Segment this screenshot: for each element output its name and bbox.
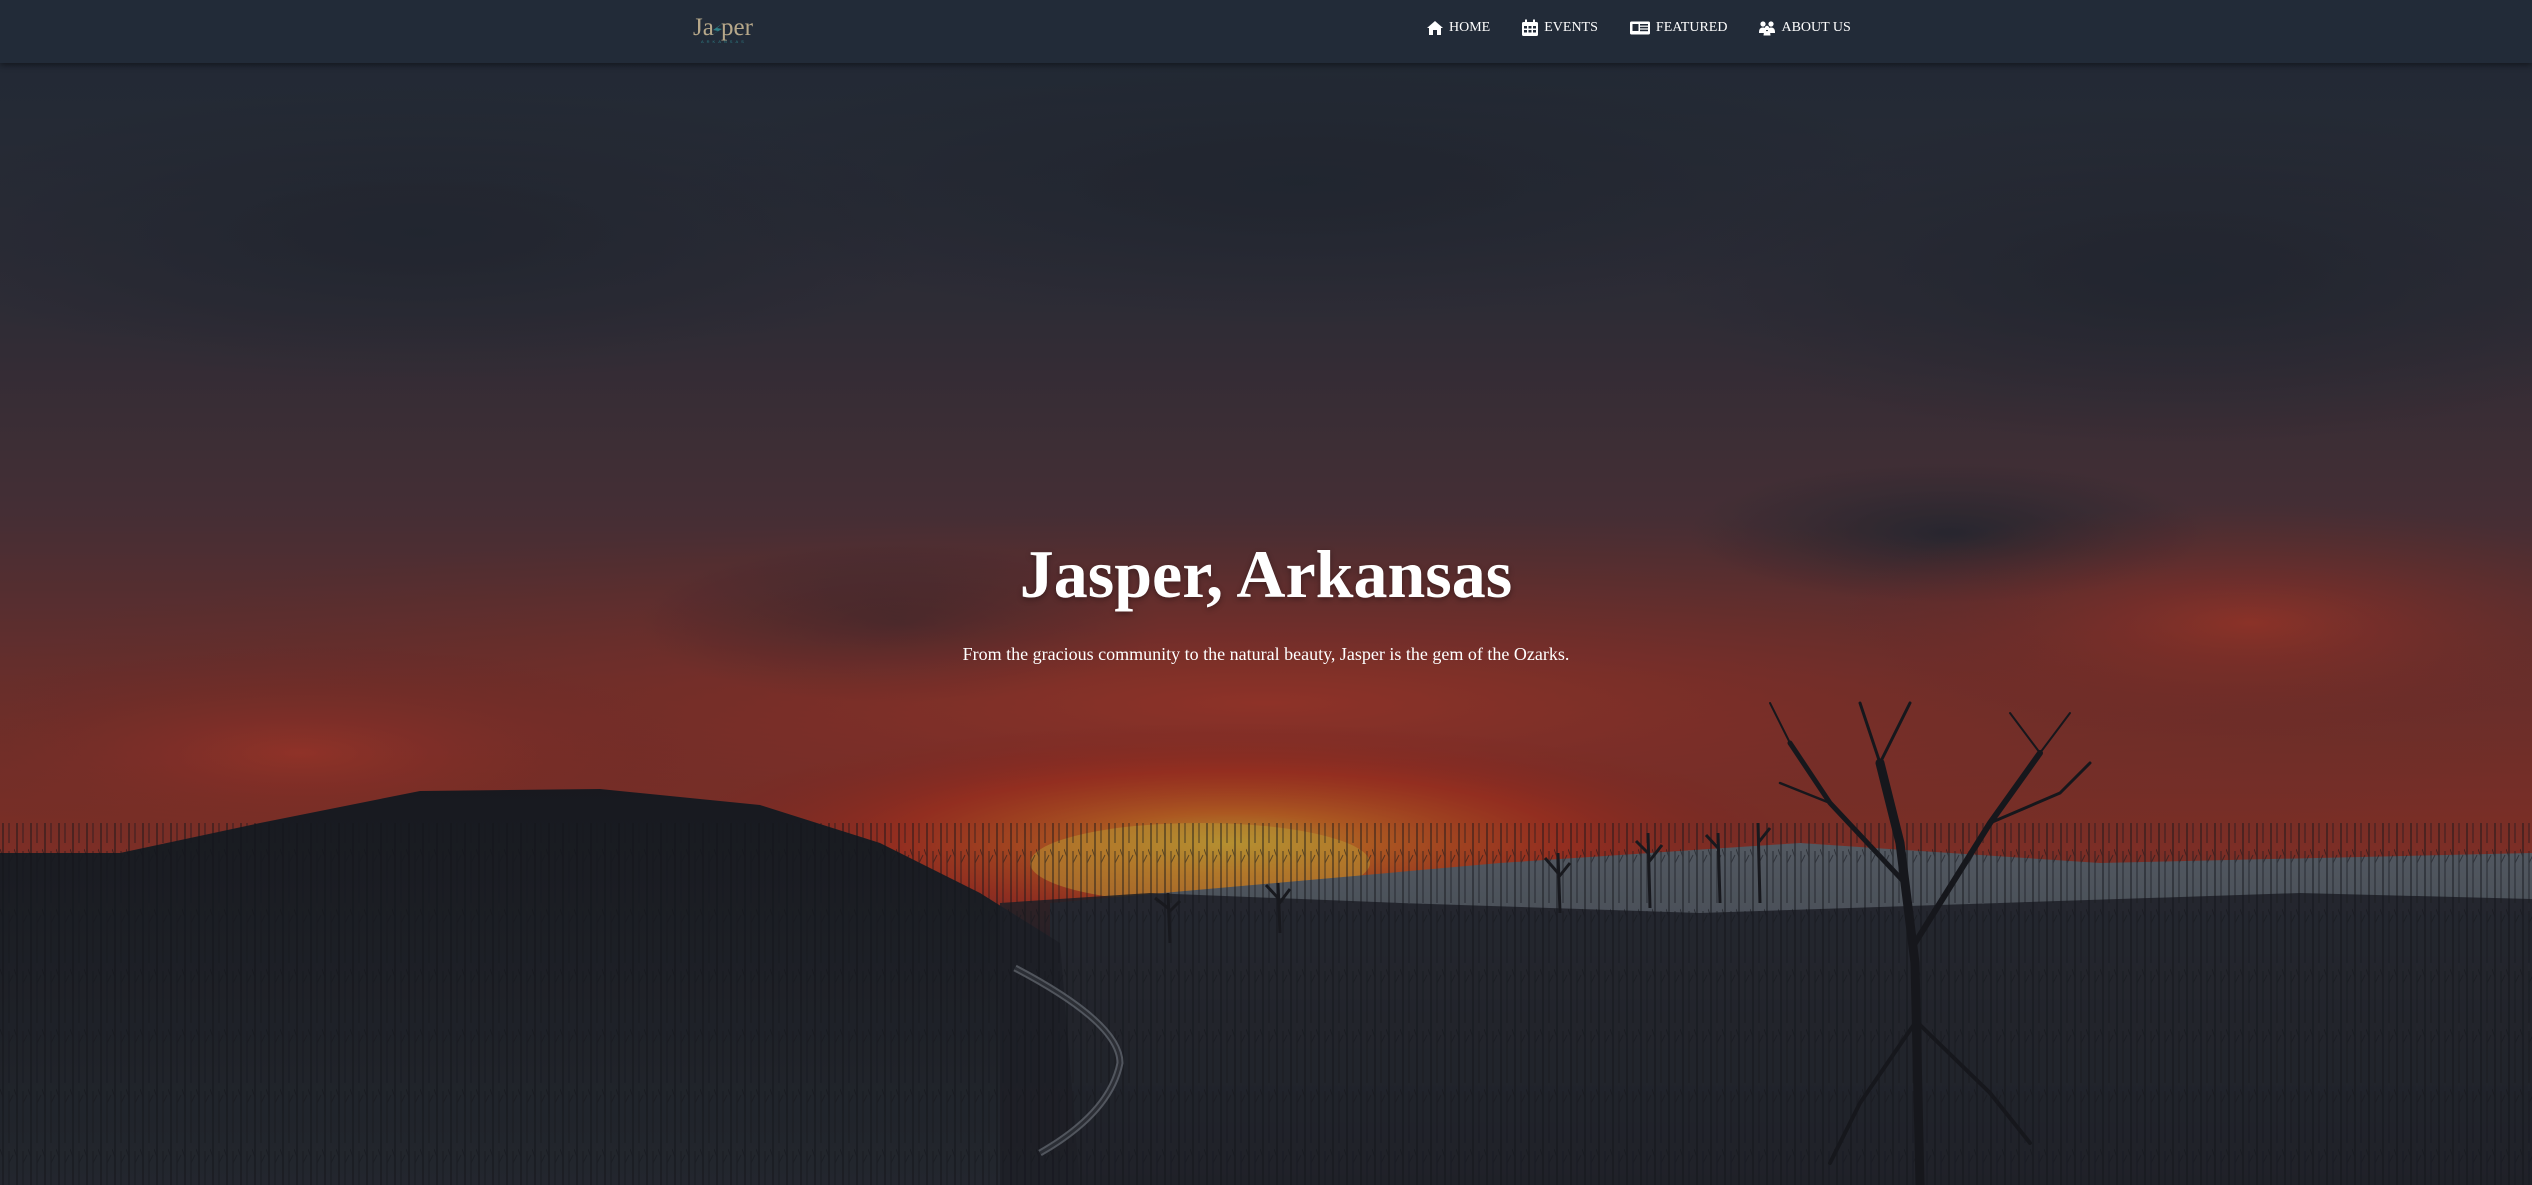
home-icon bbox=[1426, 20, 1444, 36]
nav-featured-label: FEATURED bbox=[1655, 20, 1728, 35]
nav-about-us-label: ABOUT US bbox=[1781, 20, 1851, 35]
nav-home[interactable]: HOME bbox=[1426, 20, 1490, 36]
jasper-logo-mark: Ja per ARKANSAS bbox=[693, 14, 754, 44]
hero-subtitle: From the gracious community to the natur… bbox=[962, 644, 1570, 664]
hero-background-image bbox=[0, 63, 2532, 1185]
calendar-icon bbox=[1521, 19, 1539, 37]
hero-title: Jasper, Arkansas bbox=[1019, 536, 1513, 612]
nav-home-label: HOME bbox=[1449, 20, 1491, 35]
nav-about-us[interactable]: ABOUT US bbox=[1758, 20, 1851, 36]
nav-events-label: EVENTS bbox=[1544, 20, 1598, 35]
nav-events[interactable]: EVENTS bbox=[1521, 19, 1598, 37]
site-header: Ja per ARKANSAS HOME EVENTS FEATURED ABO… bbox=[0, 0, 2532, 63]
users-icon bbox=[1758, 20, 1776, 36]
svg-text:per: per bbox=[721, 14, 754, 41]
svg-text:ARKANSAS: ARKANSAS bbox=[701, 39, 747, 44]
jasper-logo[interactable]: Ja per ARKANSAS bbox=[693, 10, 769, 46]
main-nav: HOME EVENTS FEATURED ABOUT US bbox=[1426, 16, 1851, 40]
svg-text:Ja: Ja bbox=[693, 14, 714, 41]
nav-featured[interactable]: FEATURED bbox=[1629, 20, 1728, 36]
newspaper-icon bbox=[1629, 20, 1651, 36]
hero-section: Jasper, Arkansas From the gracious commu… bbox=[0, 63, 2532, 1185]
